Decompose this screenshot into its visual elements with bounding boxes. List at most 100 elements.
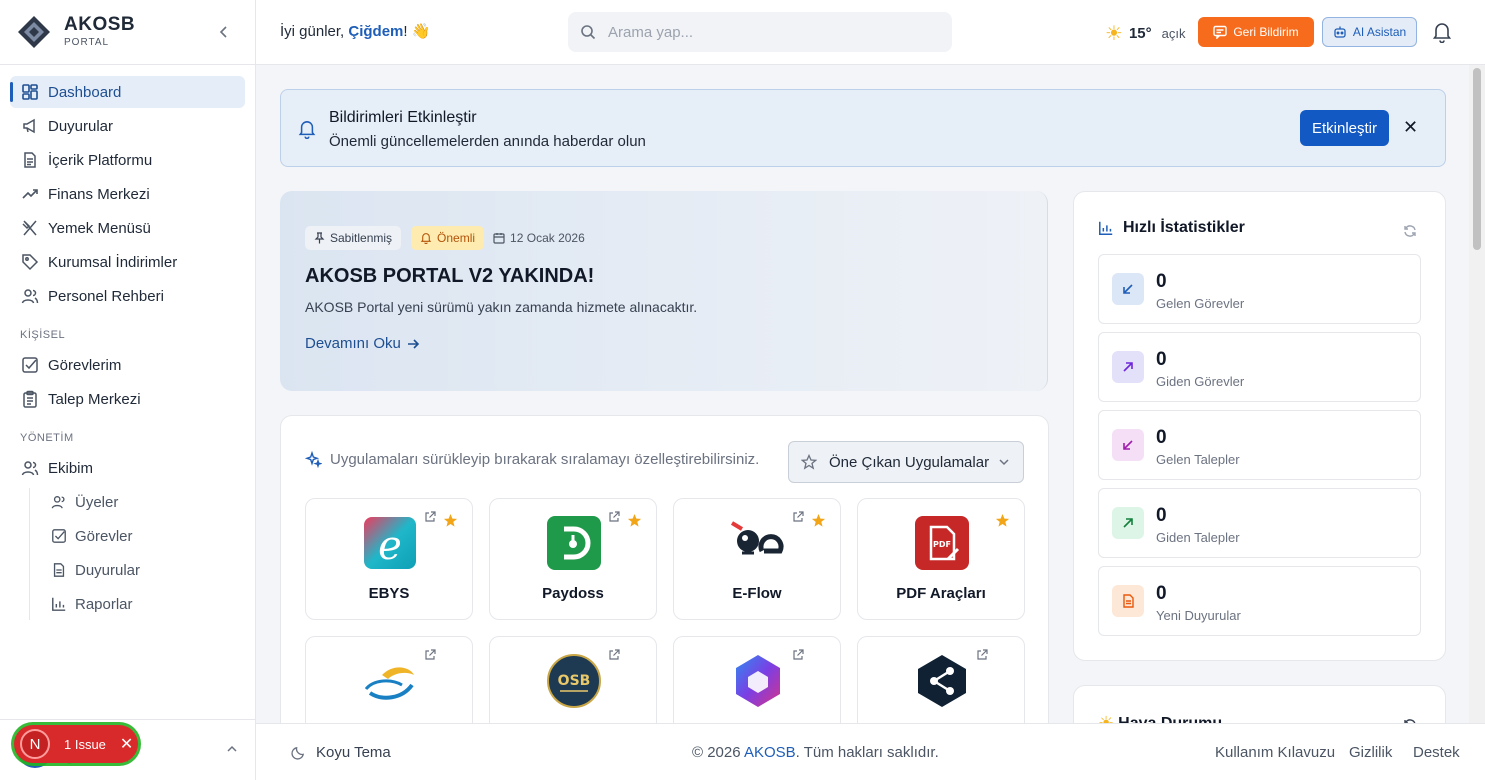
stat-label: Gelen Görevler	[1156, 296, 1245, 311]
app-tile-paydoss[interactable]: Paydoss	[489, 498, 657, 620]
top-header: İyi günler, Çiğdem! 👋 ☀ 15° açık Geri Bi…	[256, 0, 1485, 65]
read-more-link[interactable]: Devamını Oku	[305, 335, 420, 352]
date-label: 12 Ocak 2026	[510, 231, 585, 245]
sidebar-item-label: Finans Merkezi	[48, 185, 150, 203]
sidebar-item-duyurular[interactable]: Duyurular	[10, 110, 245, 142]
issue-badge[interactable]: N 1 Issue ✕	[14, 725, 138, 763]
stat-new-announcements[interactable]: 0 Yeni Duyurular	[1098, 566, 1421, 636]
search-box[interactable]	[568, 12, 952, 52]
sidebar-subitem-uyeler[interactable]: Üyeler	[40, 487, 240, 517]
announcement-date: 12 Ocak 2026	[484, 226, 594, 250]
app-tile-pdf-araclari[interactable]: PDF PDF Araçları	[857, 498, 1025, 620]
feedback-button[interactable]: Geri Bildirim	[1198, 17, 1314, 47]
app-tile-8[interactable]	[857, 636, 1025, 723]
dark-theme-toggle[interactable]: Koyu Tema	[291, 744, 391, 761]
sidebar-subitem-duyurular[interactable]: Duyurular	[40, 555, 240, 585]
stat-outgoing-requests[interactable]: 0 Giden Talepler	[1098, 488, 1421, 558]
scrollbar[interactable]	[1469, 65, 1485, 723]
app-tile-eflow[interactable]: E-Flow	[673, 498, 841, 620]
refresh-icon[interactable]	[1403, 224, 1417, 238]
privacy-link[interactable]: Gizlilik	[1349, 744, 1392, 761]
chevron-down-icon	[997, 455, 1011, 469]
share-logo-icon	[914, 653, 970, 709]
sidebar-item-dashboard[interactable]: Dashboard	[10, 76, 245, 108]
chevron-up-icon[interactable]	[226, 743, 238, 755]
user-guide-link[interactable]: Kullanım Kılavuzu	[1215, 744, 1335, 761]
sidebar-item-ekibim[interactable]: Ekibim	[10, 452, 245, 484]
sidebar-item-label: Personel Rehberi	[48, 287, 164, 305]
stat-value: 0	[1156, 271, 1167, 292]
sidebar-subitem-raporlar[interactable]: Raporlar	[40, 589, 240, 619]
sidebar-item-kurumsal-indirimler[interactable]: Kurumsal İndirimler	[10, 246, 245, 278]
search-input[interactable]	[608, 23, 928, 41]
arrow-down-left-icon	[1112, 429, 1144, 461]
sidebar-divider	[0, 64, 256, 65]
external-link-icon[interactable]	[792, 511, 804, 523]
app-tile-7[interactable]	[673, 636, 841, 723]
sidebar-item-label: İçerik Platformu	[48, 151, 153, 169]
app-tile-ebys[interactable]: e EBYS	[305, 498, 473, 620]
stat-incoming-tasks[interactable]: 0 Gelen Görevler	[1098, 254, 1421, 324]
external-link-icon[interactable]	[424, 649, 436, 661]
stats-title: Hızlı İstatistikler	[1098, 219, 1245, 237]
sidebar-item-personel-rehberi[interactable]: Personel Rehberi	[10, 280, 245, 312]
external-link-icon[interactable]	[976, 649, 988, 661]
stats-title-text: Hızlı İstatistikler	[1123, 219, 1245, 236]
dark-theme-label: Koyu Tema	[316, 744, 391, 761]
bar-chart-icon	[50, 595, 68, 613]
star-filled-icon[interactable]	[995, 513, 1010, 528]
stat-label: Gelen Talepler	[1156, 452, 1240, 467]
calendar-icon	[493, 232, 505, 244]
close-icon[interactable]: ✕	[1403, 117, 1418, 138]
arrow-up-right-icon	[1112, 351, 1144, 383]
svg-text:OSB: OSB	[558, 673, 591, 689]
message-icon	[1213, 25, 1228, 39]
sidebar-item-finans-merkezi[interactable]: Finans Merkezi	[10, 178, 245, 210]
notification-banner: Bildirimleri Etkinleştir Önemli güncelle…	[280, 89, 1446, 167]
arrow-up-right-icon	[1112, 507, 1144, 539]
star-filled-icon[interactable]	[811, 513, 826, 528]
greeting-prefix: İyi günler,	[280, 23, 345, 40]
apps-hint-text: Uygulamaları sürükleyip bırakarak sırala…	[330, 451, 760, 468]
external-link-icon[interactable]	[424, 511, 436, 523]
support-link[interactable]: Destek	[1413, 744, 1460, 761]
robot-icon	[1333, 25, 1347, 39]
sidebar-item-yemek-menusu[interactable]: Yemek Menüsü	[10, 212, 245, 244]
collapse-sidebar-button[interactable]	[214, 22, 234, 42]
external-link-icon[interactable]	[792, 649, 804, 661]
close-icon[interactable]: ✕	[120, 734, 133, 754]
app-tile-6[interactable]: OSB	[489, 636, 657, 723]
section-label-personal: KİŞİSEL	[20, 329, 66, 341]
copyright-brand: AKOSB	[743, 744, 796, 761]
sidebar-item-label: Kurumsal İndirimler	[48, 253, 178, 271]
scrollbar-thumb[interactable]	[1473, 68, 1481, 250]
stat-outgoing-tasks[interactable]: 0 Giden Görevler	[1098, 332, 1421, 402]
weather-condition: açık	[1161, 26, 1186, 41]
notifications-bell-icon[interactable]	[1432, 21, 1452, 43]
star-filled-icon[interactable]	[443, 513, 458, 528]
eflow-logo-icon	[730, 515, 786, 571]
sidebar-item-label: Ekibim	[48, 459, 94, 477]
external-link-icon[interactable]	[608, 511, 620, 523]
megaphone-icon	[20, 116, 40, 136]
app-name: EBYS	[368, 585, 410, 602]
sidebar-item-icerik-platformu[interactable]: İçerik Platformu	[10, 144, 245, 176]
ebys-logo-icon: e	[362, 515, 418, 571]
brand[interactable]: AKOSB PORTAL	[16, 14, 135, 50]
stat-incoming-requests[interactable]: 0 Gelen Talepler	[1098, 410, 1421, 480]
weather-card-title-text: Hava Durumu	[1118, 714, 1223, 724]
ai-assistant-button[interactable]: AI Asistan	[1322, 17, 1417, 47]
sidebar-item-gorevlerim[interactable]: Görevlerim	[10, 349, 245, 381]
apps-filter-select[interactable]: Öne Çıkan Uygulamalar	[788, 441, 1024, 483]
important-label: Önemli	[437, 231, 476, 245]
sidebar-subitem-gorevler[interactable]: Görevler	[40, 521, 240, 551]
important-badge: Önemli	[411, 226, 485, 250]
external-link-icon[interactable]	[608, 649, 620, 661]
app-tile-5[interactable]	[305, 636, 473, 723]
document-icon	[20, 150, 40, 170]
sidebar-item-talep-merkezi[interactable]: Talep Merkezi	[10, 383, 245, 415]
enable-notifications-button[interactable]: Etkinleştir	[1300, 110, 1389, 146]
copyright: © 2026 AKOSB. Tüm hakları saklıdır.	[692, 744, 939, 761]
bell-icon	[298, 119, 316, 139]
star-filled-icon[interactable]	[627, 513, 642, 528]
